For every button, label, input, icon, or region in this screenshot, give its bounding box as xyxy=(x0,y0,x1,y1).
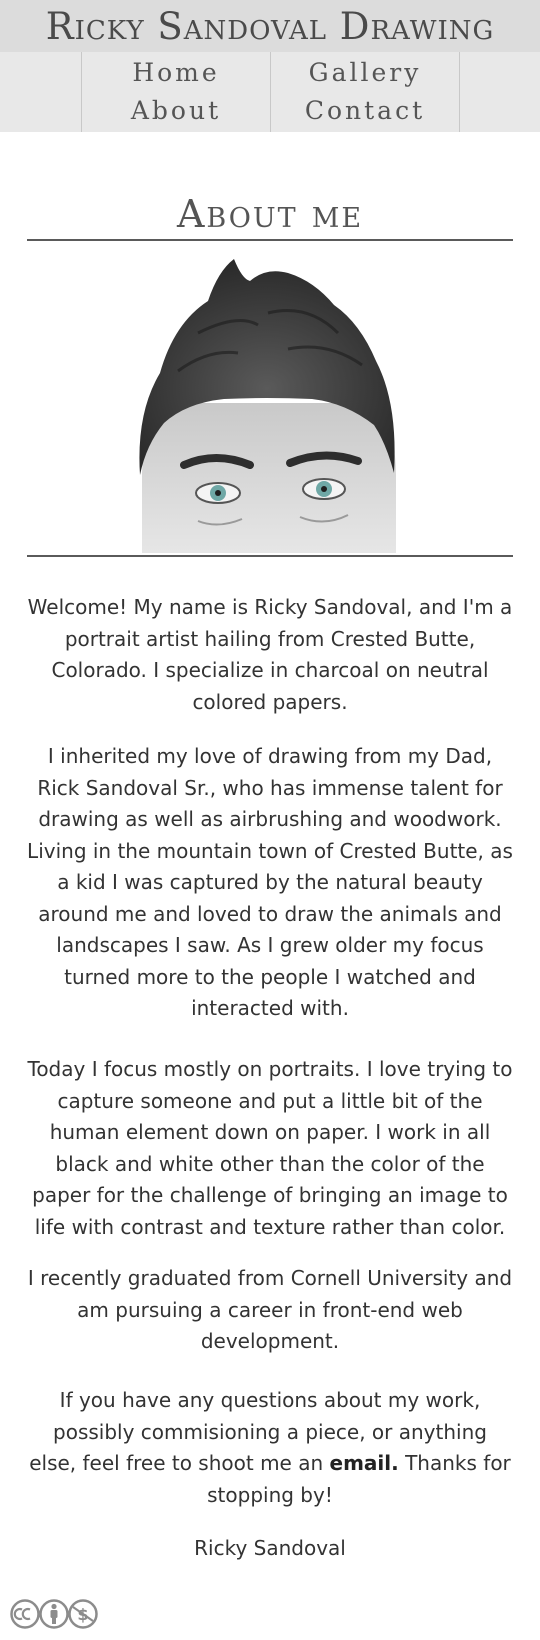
focus-paragraph: Today I focus mostly on portraits. I lov… xyxy=(27,1057,513,1239)
noncommercial-icon: $ xyxy=(72,1605,94,1624)
nav-home-link[interactable]: Home xyxy=(82,54,270,92)
contact-paragraph: If you have any questions about my work,… xyxy=(27,1385,513,1511)
attribution-icon xyxy=(50,1603,58,1624)
portrait-divider xyxy=(27,555,513,557)
main-nav: Home Gallery About Contact xyxy=(81,52,461,132)
nav-divider xyxy=(459,52,460,132)
email-link[interactable]: email. xyxy=(330,1451,399,1475)
title-bar: Ricky Sandoval Drawing xyxy=(0,0,540,52)
nav-about-link[interactable]: About xyxy=(82,92,270,130)
education-paragraph: I recently graduated from Cornell Univer… xyxy=(27,1266,513,1353)
creative-commons-by-nc-badge[interactable]: $ xyxy=(9,1598,99,1630)
intro-paragraph: Welcome! My name is Ricky Sandoval, and … xyxy=(27,595,513,714)
portrait-photo xyxy=(139,259,396,553)
background-paragraph: I inherited my love of drawing from my D… xyxy=(27,744,513,1020)
nav-contact-link[interactable]: Contact xyxy=(271,92,459,130)
signature: Ricky Sandoval xyxy=(194,1536,346,1560)
heading-divider xyxy=(27,239,513,241)
nav-gallery-link[interactable]: Gallery xyxy=(271,54,459,92)
site-title[interactable]: Ricky Sandoval Drawing xyxy=(0,0,540,52)
page-heading: About me xyxy=(176,192,364,236)
cc-icon xyxy=(13,1607,31,1621)
site-header: Ricky Sandoval Drawing Home Gallery Abou… xyxy=(0,0,540,132)
